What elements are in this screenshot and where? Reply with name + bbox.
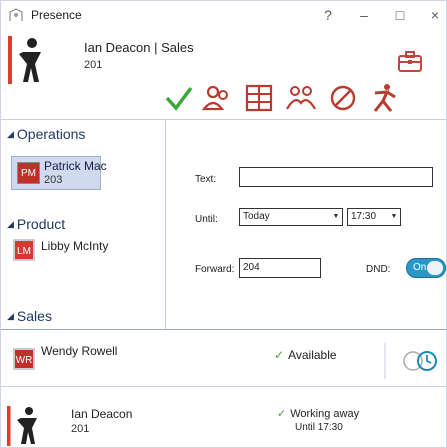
until-time-select[interactable]: 17:30 ▼ bbox=[347, 208, 401, 226]
running-person-icon[interactable] bbox=[365, 81, 401, 115]
help-button[interactable]: ? bbox=[317, 5, 339, 25]
minimize-button[interactable]: – bbox=[353, 5, 375, 25]
available-check-icon[interactable] bbox=[161, 81, 197, 115]
forward-label: Forward: bbox=[195, 264, 235, 275]
panel-divider bbox=[165, 119, 166, 329]
group-header-product[interactable]: ◢ Product bbox=[7, 216, 65, 232]
do-not-disturb-icon[interactable] bbox=[325, 81, 361, 115]
status-available: ✓ Available bbox=[274, 348, 337, 362]
toggle-knob bbox=[427, 261, 443, 275]
person-silhouette-icon bbox=[8, 36, 41, 84]
list-divider bbox=[1, 329, 447, 330]
dnd-toggle[interactable]: On bbox=[406, 258, 446, 278]
row-divider bbox=[1, 386, 447, 387]
contact-name-ian[interactable]: Ian Deacon bbox=[71, 407, 132, 421]
status-selector-strip bbox=[161, 79, 441, 119]
chevron-down-icon: ▼ bbox=[390, 213, 398, 220]
forward-number-input[interactable]: 204 bbox=[239, 258, 321, 278]
contact-groups-panel: ◢ Operations ◢ Product LM Libby McInty ◢ Sa… bbox=[1, 119, 165, 329]
briefcase-icon[interactable] bbox=[398, 51, 422, 73]
until-label: Until: bbox=[195, 214, 218, 225]
group-header-operations[interactable]: ◢ Operations bbox=[7, 126, 85, 142]
group-header-sales[interactable]: ◢ Sales bbox=[7, 308, 52, 324]
chevron-down-icon: ▼ bbox=[332, 213, 340, 220]
status-text-input[interactable] bbox=[239, 167, 433, 187]
until-date-select[interactable]: Today ▼ bbox=[239, 208, 343, 226]
contact-name: Patrick Mac bbox=[44, 159, 107, 173]
maximize-button[interactable]: □ bbox=[389, 5, 411, 25]
presence-app-icon bbox=[9, 8, 23, 21]
window-title: Presence bbox=[31, 8, 82, 22]
check-icon: ✓ bbox=[274, 348, 285, 362]
until-time-value: 17:30 bbox=[351, 211, 377, 222]
avatar: LM bbox=[13, 239, 35, 261]
contact-patrick[interactable]: PM Patrick Mac 203 bbox=[11, 156, 107, 190]
team-people-icon[interactable] bbox=[199, 81, 235, 115]
contact-extension: 203 bbox=[44, 174, 63, 186]
close-button[interactable]: × bbox=[424, 5, 446, 25]
expand-triangle-icon: ◢ bbox=[7, 311, 14, 321]
office-building-icon[interactable] bbox=[241, 81, 277, 115]
contact-name: Libby McInty bbox=[41, 239, 109, 253]
status-working-away: ✓ Working away bbox=[277, 408, 360, 420]
avatar: WR bbox=[13, 348, 35, 370]
people-group-icon[interactable] bbox=[283, 81, 319, 115]
contact-extension: 201 bbox=[71, 423, 90, 435]
presence-window: Presence ? – □ × Ian Deacon | Sales 201 bbox=[0, 0, 447, 448]
clock-icon[interactable] bbox=[383, 343, 441, 379]
my-name: Ian Deacon | Sales bbox=[84, 40, 194, 55]
avatar: PM bbox=[17, 162, 40, 184]
title-bar: Presence ? – □ × bbox=[1, 1, 447, 29]
check-icon: ✓ bbox=[277, 408, 287, 420]
dnd-label: DND: bbox=[366, 264, 391, 275]
expand-triangle-icon: ◢ bbox=[7, 219, 14, 229]
my-extension: 201 bbox=[84, 59, 103, 71]
status-until-time: Until 17:30 bbox=[295, 422, 343, 433]
contact-name-wendy[interactable]: Wendy Rowell bbox=[41, 344, 117, 358]
until-date-value: Today bbox=[243, 211, 270, 222]
person-silhouette-icon bbox=[7, 406, 37, 446]
text-label: Text: bbox=[195, 174, 217, 185]
expand-triangle-icon: ◢ bbox=[7, 129, 14, 139]
